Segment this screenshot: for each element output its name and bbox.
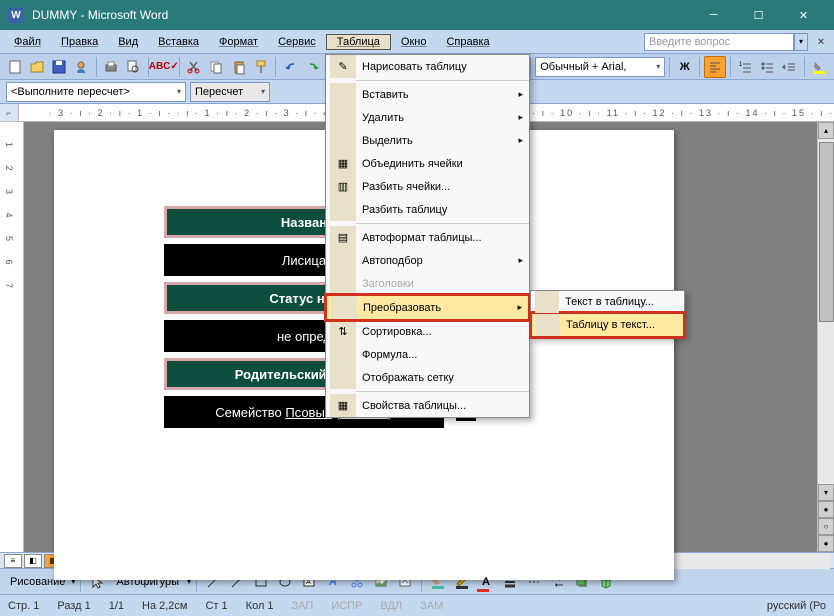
save-icon[interactable]	[48, 56, 69, 78]
chevron-right-icon: ▸	[517, 302, 522, 313]
cut-icon[interactable]	[184, 56, 205, 78]
normal-view-icon[interactable]: ≡	[4, 554, 22, 568]
window-title: DUMMY - Microsoft Word	[32, 8, 691, 22]
pencil-icon: ✎	[330, 55, 356, 78]
menu-split-cells[interactable]: ▥Разбить ячейки...	[326, 175, 529, 198]
scroll-thumb[interactable]	[819, 142, 834, 322]
chevron-right-icon: ▸	[518, 89, 523, 100]
menu-select[interactable]: Выделить▸	[326, 129, 529, 152]
redo-icon[interactable]	[302, 56, 323, 78]
menu-window[interactable]: Окно	[391, 33, 437, 51]
web-view-icon[interactable]: ◧	[24, 554, 42, 568]
help-search-input[interactable]: Введите вопрос	[644, 33, 794, 51]
submenu-table-to-text[interactable]: Таблицу в текст...	[532, 314, 683, 336]
table-menu-dropdown: ✎Нарисовать таблицу Вставить▸ Удалить▸ В…	[325, 54, 530, 418]
menu-split-table[interactable]: Разбить таблицу	[326, 198, 529, 221]
status-line: Ст 1	[206, 600, 228, 612]
spellcheck-icon[interactable]: ABC✓	[153, 56, 175, 78]
vertical-scrollbar[interactable]: ▴ ▾ ● ○ ●	[817, 122, 834, 552]
highlight-color-icon[interactable]	[809, 56, 830, 78]
font-color-icon[interactable]: A	[475, 571, 497, 593]
numbered-list-icon[interactable]: 1	[734, 56, 755, 78]
word-icon: W	[8, 7, 24, 23]
menu-draw-table[interactable]: ✎Нарисовать таблицу	[326, 55, 529, 78]
close-button[interactable]: ✕	[781, 0, 826, 30]
submenu-text-to-table[interactable]: Текст в таблицу...	[531, 291, 684, 313]
convert-submenu: Текст в таблицу... Таблицу в текст...	[530, 290, 685, 338]
menu-formula[interactable]: Формула...	[326, 343, 529, 366]
menu-format[interactable]: Формат	[209, 33, 268, 51]
style-combo[interactable]: Обычный + Arial,▾	[535, 57, 665, 77]
permissions-icon[interactable]	[70, 56, 91, 78]
menu-insert[interactable]: Вставка	[148, 33, 209, 51]
scroll-down-icon[interactable]: ▾	[818, 484, 834, 501]
vertical-ruler[interactable]: 1 2 3 4 5 6 7	[0, 122, 24, 552]
scroll-up-icon[interactable]: ▴	[818, 122, 834, 139]
chevron-right-icon: ▸	[518, 112, 523, 123]
svg-text:1: 1	[739, 62, 743, 68]
print-icon[interactable]	[101, 56, 122, 78]
format-painter-icon[interactable]	[250, 56, 271, 78]
ruler-corner: ⌐	[0, 104, 19, 121]
open-icon[interactable]	[26, 56, 47, 78]
recalc-button[interactable]: Пересчет▾	[190, 82, 270, 102]
sort-icon: ⇅	[330, 320, 356, 343]
align-left-icon[interactable]	[704, 56, 725, 78]
split-icon: ▥	[330, 175, 356, 198]
menu-help[interactable]: Справка	[436, 33, 499, 51]
menu-convert[interactable]: Преобразовать▸	[327, 296, 528, 319]
menu-gridlines[interactable]: Отображать сетку	[326, 366, 529, 389]
menu-service[interactable]: Сервис	[268, 33, 326, 51]
status-language[interactable]: русский (Ро	[767, 600, 826, 612]
status-at: На 2,2см	[142, 600, 187, 612]
properties-icon: ▦	[330, 394, 356, 417]
menu-file[interactable]: Файл	[4, 33, 51, 51]
status-ext[interactable]: ВДЛ	[380, 600, 402, 612]
new-doc-icon[interactable]	[4, 56, 25, 78]
minimize-button[interactable]: ─	[691, 0, 736, 30]
status-page: Стр. 1	[8, 600, 39, 612]
menu-bar: Файл Правка Вид Вставка Формат Сервис Та…	[0, 30, 834, 54]
chevron-right-icon: ▸	[518, 135, 523, 146]
menu-properties[interactable]: ▦Свойства таблицы...	[326, 394, 529, 417]
preview-icon[interactable]	[123, 56, 144, 78]
autoformat-icon: ▤	[330, 226, 356, 249]
menu-table[interactable]: Таблица	[326, 34, 391, 50]
undo-icon[interactable]	[280, 56, 301, 78]
chevron-right-icon: ▸	[518, 255, 523, 266]
menu-sort[interactable]: ⇅Сортировка...	[326, 320, 529, 343]
maximize-button[interactable]: ☐	[736, 0, 781, 30]
copy-icon[interactable]	[206, 56, 227, 78]
paste-icon[interactable]	[228, 56, 249, 78]
vruler-scale: 1 2 3 4 5 6 7	[4, 142, 14, 296]
bold-icon[interactable]: Ж	[674, 56, 695, 78]
prev-page-icon[interactable]: ●	[818, 501, 834, 518]
field-name-combo[interactable]: <Выполните пересчет>▾	[6, 82, 186, 102]
menu-edit[interactable]: Правка	[51, 33, 108, 51]
next-page-icon[interactable]: ●	[818, 535, 834, 552]
merge-icon: ▦	[330, 152, 356, 175]
status-rec[interactable]: ЗАП	[292, 600, 314, 612]
status-ovr[interactable]: ЗАМ	[420, 600, 443, 612]
title-bar: W DUMMY - Microsoft Word ─ ☐ ✕	[0, 0, 834, 30]
menu-view[interactable]: Вид	[108, 33, 148, 51]
menu-delete[interactable]: Удалить▸	[326, 106, 529, 129]
decrease-indent-icon[interactable]	[779, 56, 800, 78]
bullet-list-icon[interactable]	[757, 56, 778, 78]
status-pages: 1/1	[109, 600, 124, 612]
help-dropdown-icon[interactable]: ▾	[794, 33, 808, 51]
menu-headings[interactable]: Заголовки	[326, 272, 529, 295]
status-trk[interactable]: ИСПР	[331, 600, 362, 612]
menu-autoformat[interactable]: ▤Автоформат таблицы...	[326, 226, 529, 249]
menu-autofit[interactable]: Автоподбор▸	[326, 249, 529, 272]
doc-close-button[interactable]: ×	[812, 33, 830, 51]
menu-insert[interactable]: Вставить▸	[326, 83, 529, 106]
status-col: Кол 1	[246, 600, 274, 612]
browse-object-icon[interactable]: ○	[818, 518, 834, 535]
menu-merge-cells[interactable]: ▦Объединить ячейки	[326, 152, 529, 175]
status-section: Разд 1	[57, 600, 90, 612]
